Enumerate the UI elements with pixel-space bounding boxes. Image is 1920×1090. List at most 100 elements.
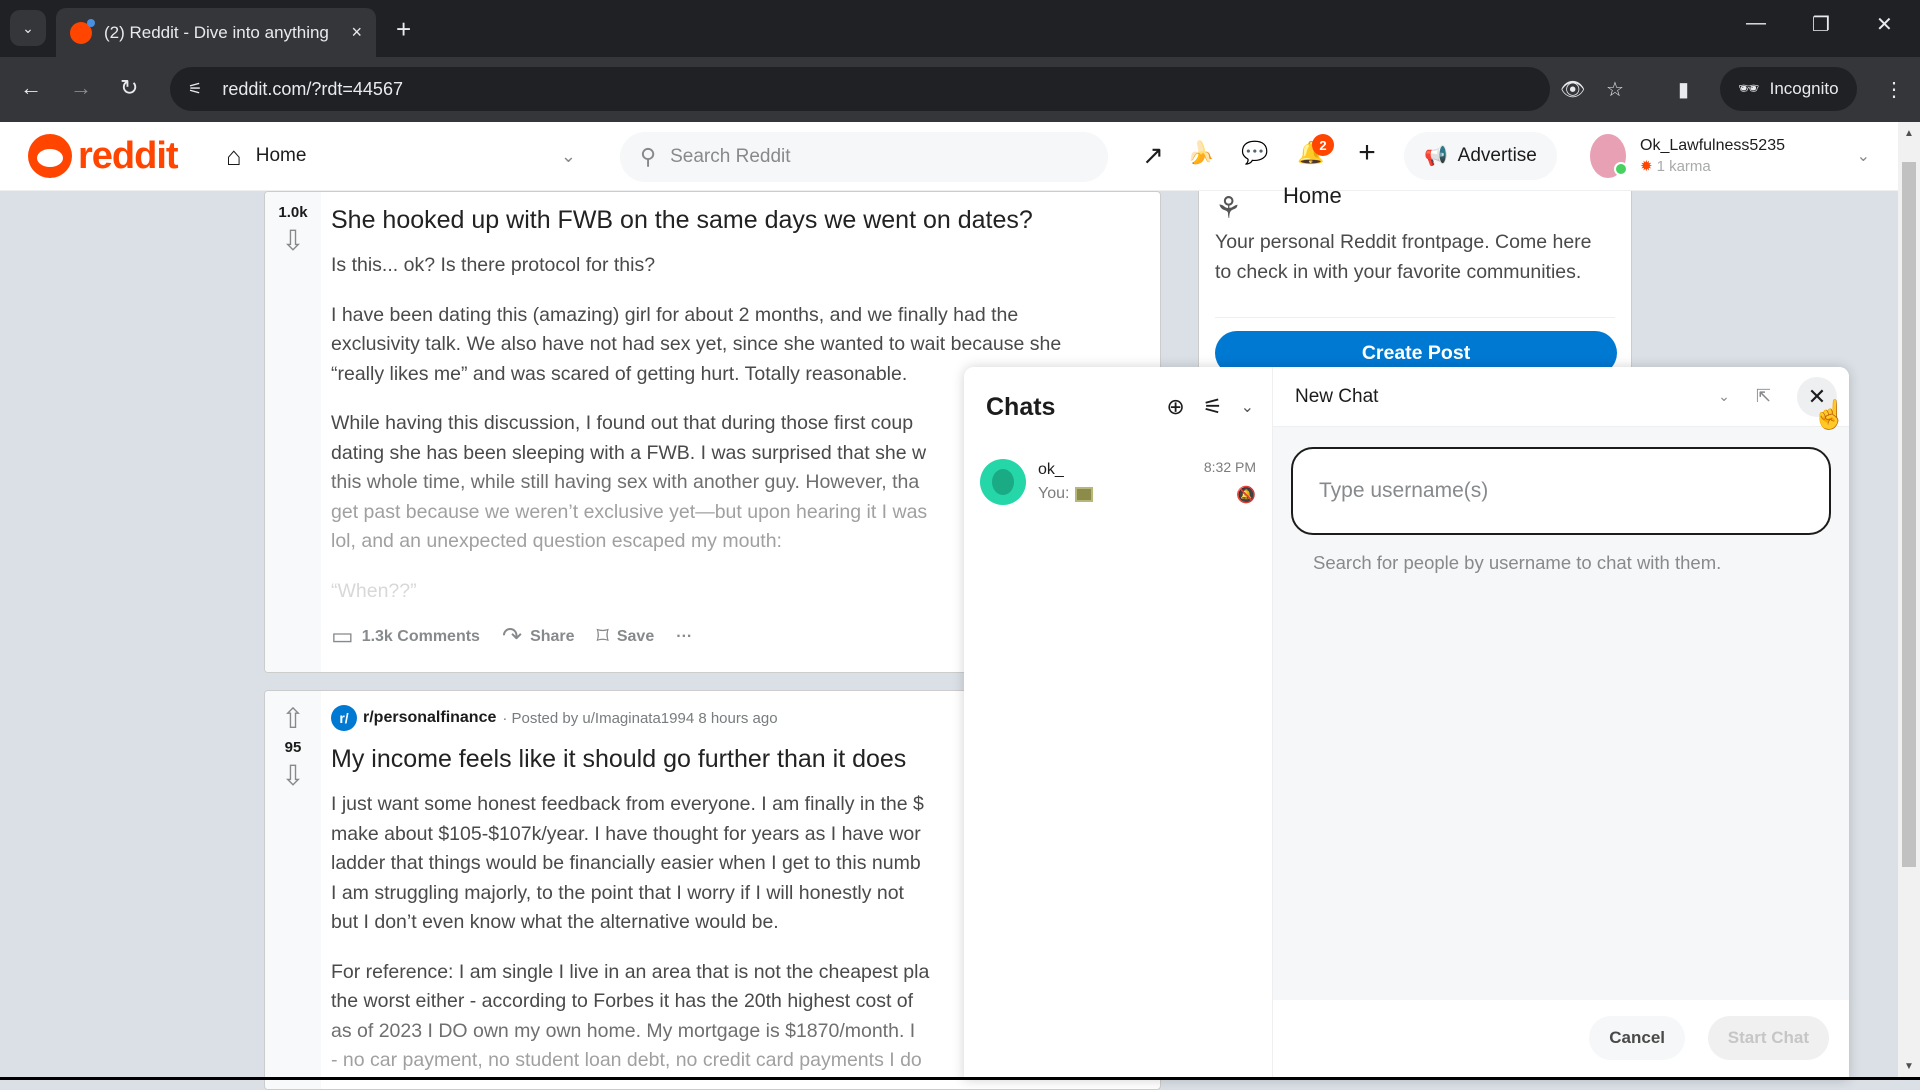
feed-selector-dropdown[interactable]: ⌂ Home ⌄ xyxy=(226,134,576,178)
vote-score: 95 xyxy=(284,739,302,756)
restore-button[interactable]: ❐ xyxy=(1812,12,1830,37)
username: Ok_Lawfulness5235 xyxy=(1640,137,1785,154)
username-hint: Search for people by username to chat wi… xyxy=(1313,552,1722,573)
chats-title: Chats xyxy=(986,392,1056,421)
address-bar[interactable]: ⚟ reddit.com/?rdt=44567 xyxy=(170,67,1550,111)
chevron-down-icon: ⌄ xyxy=(22,19,34,36)
reload-button[interactable]: ↻ xyxy=(120,75,138,101)
more-options-button[interactable]: ··· xyxy=(676,628,692,646)
advertise-button[interactable]: 📢 Advertise xyxy=(1404,132,1557,180)
comments-button[interactable]: ▭ 1.3k Comments xyxy=(331,622,480,651)
new-chat-title: New Chat xyxy=(1295,385,1379,407)
chevron-down-icon: ⌄ xyxy=(560,145,576,166)
home-sidebar-card: ⚘ Home Your personal Reddit frontpage. C… xyxy=(1198,183,1632,376)
subreddit-icon[interactable]: r/ xyxy=(331,705,357,731)
vote-score: 1.0k xyxy=(278,204,308,221)
post-line: exclusivity talk. We also have not had s… xyxy=(331,333,1062,355)
post-paragraph: Is this... ok? Is there protocol for thi… xyxy=(331,254,656,276)
image-icon xyxy=(1075,486,1094,502)
vote-column: 1.0k ⇩ xyxy=(265,192,321,672)
chevron-down-icon: ⌄ xyxy=(1856,148,1870,165)
chat-list-panel: Chats ⊕ ⚟ ⌄ ok_ You: 8:32 PM 🔕 xyxy=(964,367,1273,1080)
chevron-down-icon[interactable]: ⌄ xyxy=(1241,397,1254,417)
share-icon: ↷ xyxy=(501,623,523,650)
url-text[interactable]: reddit.com/?rdt=44567 xyxy=(222,79,403,100)
page-scrollbar[interactable]: ▲ ▼ xyxy=(1898,122,1920,1080)
chat-time: 8:32 PM xyxy=(1203,459,1256,475)
upvote-icon[interactable]: ⇧ xyxy=(281,705,304,733)
subreddit-link[interactable]: r/personalfinance xyxy=(363,709,496,727)
browser-menu-icon[interactable]: ⋮ xyxy=(1884,77,1904,102)
coins-icon[interactable]: 🍌 xyxy=(1184,140,1218,174)
browser-tab-bar: ⌄ (2) Reddit - Dive into anything × + — … xyxy=(0,0,1920,57)
filter-icon[interactable]: ⚟ xyxy=(1203,394,1223,420)
incognito-label: Incognito xyxy=(1769,79,1839,98)
username-input[interactable] xyxy=(1291,447,1831,535)
collapse-chevron-icon[interactable]: ⌄ xyxy=(1718,388,1730,405)
tab-title: (2) Reddit - Dive into anything xyxy=(104,22,329,42)
share-label: Share xyxy=(530,627,575,645)
start-chat-button[interactable]: Start Chat xyxy=(1707,1016,1829,1060)
downvote-icon[interactable]: ⇩ xyxy=(281,762,304,790)
search-input[interactable] xyxy=(670,146,1051,168)
search-icon: ⚲ xyxy=(640,144,657,169)
bookmark-icon: ⌑ xyxy=(596,623,609,650)
karma-icon: ✹ xyxy=(1640,158,1653,175)
bookmark-star-icon[interactable]: ☆ xyxy=(1606,77,1624,102)
browser-tab-active[interactable]: (2) Reddit - Dive into anything × xyxy=(56,8,376,57)
chat-icon[interactable]: 💬 xyxy=(1238,140,1272,174)
tab-search-button[interactable]: ⌄ xyxy=(10,10,46,46)
save-button[interactable]: ⌑ Save xyxy=(597,622,655,651)
eye-off-icon[interactable]: 👁 xyxy=(1560,77,1585,102)
karma-count: 1 karma xyxy=(1656,158,1711,175)
incognito-icon: 🕶 xyxy=(1738,79,1760,98)
popout-icon[interactable]: ⇱ xyxy=(1756,386,1771,407)
muted-bell-icon: 🔕 xyxy=(1236,487,1256,504)
new-chat-icon[interactable]: ⊕ xyxy=(1166,394,1184,420)
post-actions: ▭ 1.3k Comments ↷ Share ⌑ Save ··· xyxy=(331,622,692,651)
chat-list-item[interactable]: ok_ You: 8:32 PM 🔕 xyxy=(964,447,1272,517)
post-line: I have been dating this (amazing) girl f… xyxy=(331,303,1019,326)
share-button[interactable]: ↷ Share xyxy=(502,622,575,651)
post-title[interactable]: She hooked up with FWB on the same days … xyxy=(331,206,1150,235)
chat-window: Chats ⊕ ⚟ ⌄ ok_ You: 8:32 PM 🔕 New Chat … xyxy=(964,367,1849,1080)
browser-toolbar: ← → ↻ ⚟ reddit.com/?rdt=44567 👁 ☆ ▮ 🕶 In… xyxy=(0,57,1920,122)
cancel-button[interactable]: Cancel xyxy=(1589,1016,1685,1060)
home-banner-icon: ⚘ xyxy=(1215,192,1242,225)
snoo-icon xyxy=(28,134,72,178)
feed-selector-label: Home xyxy=(255,145,307,166)
description-line: to check in with your favorite communiti… xyxy=(1215,261,1582,283)
scroll-down-arrow-icon[interactable]: ▼ xyxy=(1904,1061,1914,1072)
vote-column: ⇧ 95 ⇩ xyxy=(265,691,321,1089)
create-icon[interactable]: + xyxy=(1350,136,1384,170)
tab-close-icon[interactable]: × xyxy=(351,22,362,43)
sidebar-title: Home xyxy=(1283,183,1342,208)
chat-footer: Cancel Start Chat xyxy=(1273,1000,1849,1080)
chat-avatar xyxy=(980,459,1026,505)
chat-username: ok_ xyxy=(1038,461,1064,478)
window-close-button[interactable]: ✕ xyxy=(1876,12,1893,37)
save-label: Save xyxy=(616,627,655,645)
reddit-logo[interactable]: reddit xyxy=(28,134,179,178)
site-info-icon[interactable]: ⚟ xyxy=(188,79,202,99)
scrollbar-thumb[interactable] xyxy=(1902,162,1916,867)
forward-button[interactable]: → xyxy=(70,75,92,101)
divider xyxy=(1215,317,1615,318)
mouse-pointer-icon: ☝ xyxy=(1812,399,1847,430)
user-menu[interactable]: Ok_Lawfulness5235 ✹ 1 karma ⌄ xyxy=(1590,130,1870,182)
megaphone-icon: 📢 xyxy=(1424,146,1448,167)
side-panel-icon[interactable]: ▮ xyxy=(1678,77,1689,102)
user-avatar xyxy=(1590,134,1628,178)
popular-icon[interactable]: ↗ xyxy=(1136,140,1170,174)
minimize-button[interactable]: — xyxy=(1746,12,1766,35)
search-bar[interactable]: ⚲ xyxy=(620,132,1108,182)
description-line: Your personal Reddit frontpage. Come her… xyxy=(1215,231,1592,253)
advertise-label: Advertise xyxy=(1457,145,1537,166)
back-button[interactable]: ← xyxy=(20,75,42,101)
incognito-indicator[interactable]: 🕶 Incognito xyxy=(1720,67,1857,111)
downvote-icon[interactable]: ⇩ xyxy=(281,227,304,255)
reddit-wordmark: reddit xyxy=(78,134,179,177)
scroll-up-arrow-icon[interactable]: ▲ xyxy=(1904,128,1914,139)
home-icon: ⌂ xyxy=(226,140,242,171)
new-tab-button[interactable]: + xyxy=(396,14,411,45)
